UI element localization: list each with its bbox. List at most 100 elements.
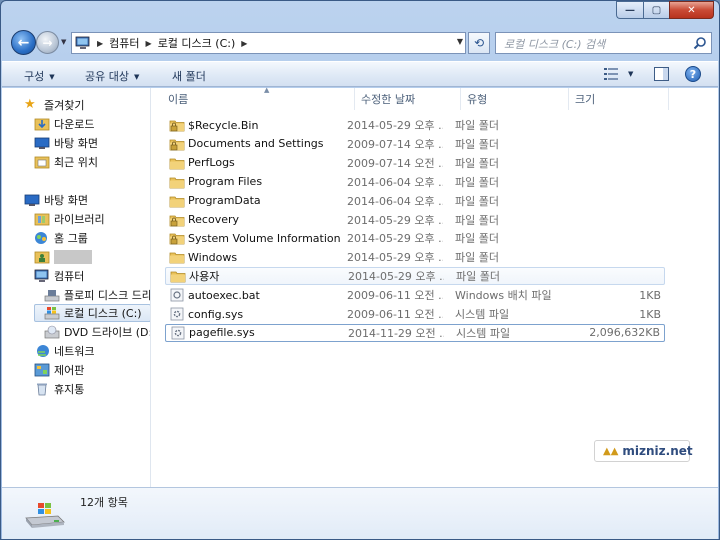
crumb-separator-icon[interactable]: ▶ [241, 39, 247, 48]
back-button[interactable]: ← [11, 30, 36, 55]
chevron-down-icon: ▼ [133, 73, 140, 81]
sidebar-item-recycle-bin[interactable]: 휴지통 [34, 380, 84, 398]
file-type: 파일 폴더 [455, 175, 499, 189]
sidebar-item-homegroup[interactable]: 홈 그룹 [34, 229, 88, 247]
file-row[interactable]: Documents and Settings 2009-07-14 오후 ... 파… [165, 135, 665, 153]
sidebar-item-label: 로컬 디스크 (C:) [64, 307, 142, 320]
maximize-button[interactable]: ▢ [643, 1, 669, 19]
batch-file-icon [169, 288, 185, 302]
breadcrumb-computer[interactable]: 컴퓨터 [109, 35, 139, 51]
file-date: 2009-06-11 오전 ... [347, 308, 443, 321]
file-name-label: autoexec.bat [188, 288, 260, 302]
sidebar-item-label: 라이브러리 [54, 213, 105, 226]
search-input[interactable]: 로컬 디스크 (C:) 검색 [495, 32, 712, 54]
file-name-label: ProgramData [188, 194, 261, 208]
organize-button[interactable]: 구성 ▼ [24, 68, 55, 84]
file-row[interactable]: Recovery 2014-05-29 오후 ... 파일 폴더 [165, 211, 665, 229]
locked-folder-icon [169, 213, 185, 227]
desktop-icon [24, 194, 40, 206]
recent-pages-dropdown[interactable]: ▼ [61, 38, 66, 46]
file-name: Windows [169, 250, 237, 264]
file-row[interactable]: Windows 2014-05-29 오후 ... 파일 폴더 [165, 248, 665, 266]
file-row[interactable]: config.sys 2009-06-11 오전 ... 시스템 파일 1KB [165, 305, 665, 323]
file-name: Recovery [169, 213, 239, 227]
sidebar-item-recent-places[interactable]: 최근 위치 [34, 153, 98, 171]
file-name: pagefile.sys [170, 326, 255, 340]
file-row[interactable]: System Volume Information 2014-05-29 오후 .… [165, 229, 665, 247]
command-bar: 구성 ▼ 공유 대상 ▼ 새 폴더 ▼ ? [2, 61, 718, 87]
file-date: 2014-05-29 오후 ... [347, 119, 443, 132]
sidebar-item-control-panel[interactable]: 제어판 [34, 361, 84, 379]
file-type: 파일 폴더 [455, 119, 499, 132]
help-icon[interactable]: ? [685, 66, 701, 82]
folder-icon [169, 156, 185, 170]
file-size: 1KB [639, 307, 661, 321]
sidebar-item-local-disk[interactable]: 로컬 디스크 (C:) [34, 304, 150, 322]
file-type: 파일 폴더 [455, 137, 499, 151]
sidebar-item-desktop-fav[interactable]: 바탕 화면 [34, 134, 98, 152]
sidebar-item-network[interactable]: 네트워크 [34, 342, 94, 360]
close-button[interactable]: ✕ [669, 1, 714, 19]
file-name-label: config.sys [188, 307, 244, 321]
file-row[interactable]: Program Files 2014-06-04 오후 ... 파일 폴더 [165, 173, 665, 191]
file-row[interactable]: pagefile.sys 2014-11-29 오전 ... 시스템 파일 2,096… [165, 323, 665, 342]
column-header-type[interactable]: 유형 [461, 88, 569, 110]
file-name: autoexec.bat [169, 288, 260, 302]
file-name-label: System Volume Information [188, 231, 341, 245]
breadcrumb-local-disk[interactable]: 로컬 디스크 (C:) [158, 35, 236, 51]
crumb-separator-icon[interactable]: ▶ [97, 39, 103, 48]
item-count: 12개 항목 [80, 496, 128, 509]
preview-pane-icon[interactable] [654, 67, 669, 81]
file-size: 2,096,632KB [589, 326, 660, 340]
change-view-icon[interactable] [604, 68, 618, 80]
sidebar-item-desktop[interactable]: 바탕 화면 [24, 191, 88, 209]
file-row[interactable]: autoexec.bat 2009-06-11 오전 ... Windows 배치 … [165, 286, 665, 304]
sidebar-item-computer[interactable]: 컴퓨터 [34, 267, 84, 285]
windows-drive-icon [44, 307, 60, 320]
file-name: Program Files [169, 175, 262, 189]
file-name-label: Recovery [188, 213, 240, 226]
sidebar-item-user-folder[interactable] [34, 248, 92, 266]
new-folder-button[interactable]: 새 폴더 [172, 68, 206, 84]
file-size: 1KB [639, 288, 661, 302]
file-type: 시스템 파일 [456, 326, 511, 340]
system-file-icon [170, 326, 186, 340]
minimize-button[interactable]: — [616, 1, 643, 19]
refresh-button[interactable]: ⟲ [468, 32, 490, 54]
column-header-name[interactable]: 이름 ▲ [162, 86, 355, 110]
file-name: 사용자 [170, 268, 219, 284]
sidebar-item-downloads[interactable]: 다운로드 [34, 115, 94, 133]
file-name-label: Program Files [188, 175, 263, 189]
column-header-size[interactable]: 크기 [569, 88, 669, 110]
navigation-pane: ★ 즐겨찾기 다운로드 바탕 화면 최근 위치 바탕 화면 라이브러리 홈 그룹… [2, 88, 151, 487]
sidebar-item-floppy[interactable]: 플로피 디스크 드라이브 (A:) [44, 286, 150, 304]
column-header-date[interactable]: 수정한 날짜 [355, 88, 461, 110]
redacted-username [54, 250, 92, 264]
sidebar-item-label: 다운로드 [54, 118, 95, 131]
sidebar-item-favorites[interactable]: ★ 즐겨찾기 [24, 96, 84, 114]
file-date: 2009-07-14 오후 ... [347, 137, 443, 151]
file-row[interactable]: 사용자 2014-05-29 오후 ... 파일 폴더 [165, 267, 665, 286]
sidebar-item-dvd[interactable]: DVD 드라이브 (D:) [44, 323, 150, 341]
view-options-dropdown-icon[interactable]: ▼ [628, 70, 633, 78]
crumb-separator-icon[interactable]: ▶ [146, 39, 152, 48]
file-row[interactable]: $Recycle.Bin 2014-05-29 오후 ... 파일 폴더 [165, 116, 665, 134]
sidebar-item-label: 제어판 [54, 364, 85, 377]
file-row[interactable]: PerfLogs 2009-07-14 오전 ... 파일 폴더 [165, 154, 665, 172]
file-type: 파일 폴더 [455, 213, 499, 227]
watermark-icon: ▲▲ [603, 445, 619, 457]
address-dropdown-icon[interactable]: ▼ [457, 37, 463, 46]
watermark-logo: ▲▲ mizniz.net [594, 440, 693, 462]
organize-label: 구성 [24, 70, 45, 83]
file-row[interactable]: ProgramData 2014-06-04 오후 ... 파일 폴더 [165, 192, 665, 210]
file-name: System Volume Information [169, 231, 341, 245]
chevron-down-icon: ▼ [49, 73, 55, 81]
share-with-button[interactable]: 공유 대상 ▼ [85, 68, 139, 84]
sidebar-item-libraries[interactable]: 라이브러리 [34, 210, 105, 228]
search-icon[interactable] [693, 36, 707, 50]
forward-button[interactable]: → [36, 31, 59, 54]
sidebar-item-label: 컴퓨터 [54, 270, 85, 283]
address-bar[interactable]: ▶ 컴퓨터 ▶ 로컬 디스크 (C:) ▶ ▼ [71, 32, 466, 54]
sidebar-item-label: 휴지통 [54, 383, 85, 396]
locked-folder-icon [169, 118, 185, 132]
